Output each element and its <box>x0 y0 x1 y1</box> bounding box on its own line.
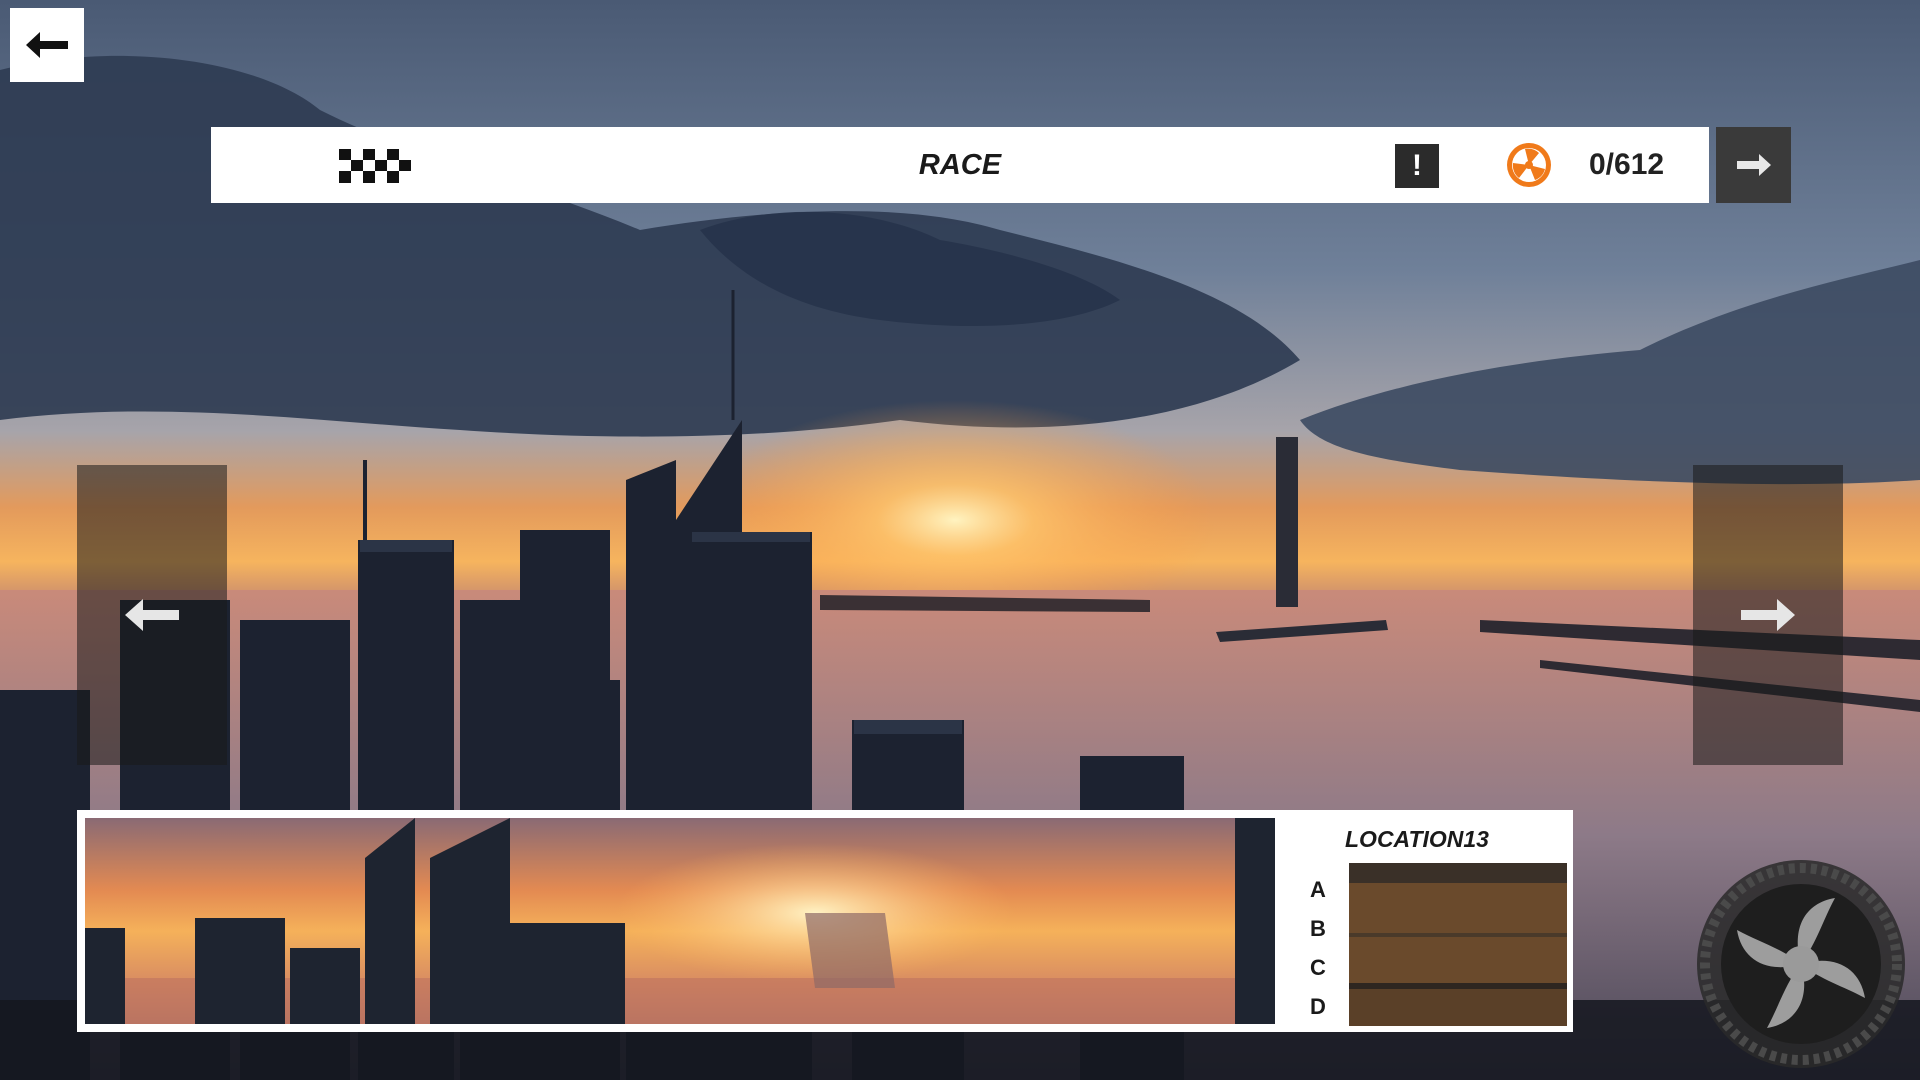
currency-counter: 0/612 <box>1589 148 1665 181</box>
mode-title: RACE <box>918 149 1002 181</box>
arrow-right-icon <box>1736 154 1771 176</box>
fan-icon <box>1507 143 1551 187</box>
grade-c[interactable]: C <box>1303 948 1333 987</box>
arrow-right-icon <box>1741 599 1795 631</box>
grade-a[interactable]: A <box>1303 870 1333 909</box>
grade-list: A B C D <box>1303 870 1333 1026</box>
location-preview-image <box>85 818 1275 1024</box>
back-button[interactable] <box>10 8 84 82</box>
next-button[interactable] <box>1716 127 1791 203</box>
location-thumbnail <box>1349 863 1567 1026</box>
next-location-button[interactable] <box>1693 465 1843 765</box>
alert-button[interactable]: ! <box>1395 144 1439 188</box>
checkered-flag-icon <box>339 149 411 183</box>
exclamation-icon: ! <box>1412 149 1422 182</box>
location-info-panel: LOCATION13 A B C D <box>77 810 1573 1032</box>
previous-location-button[interactable] <box>77 465 227 765</box>
grade-b[interactable]: B <box>1303 909 1333 948</box>
arrow-left-icon <box>26 32 68 58</box>
mode-header-bar: RACE ! 0/612 <box>211 127 1709 203</box>
location-name: LOCATION13 <box>1345 826 1489 852</box>
grade-d[interactable]: D <box>1303 987 1333 1026</box>
arrow-left-icon <box>125 599 179 631</box>
wheel-icon[interactable] <box>1695 858 1907 1070</box>
